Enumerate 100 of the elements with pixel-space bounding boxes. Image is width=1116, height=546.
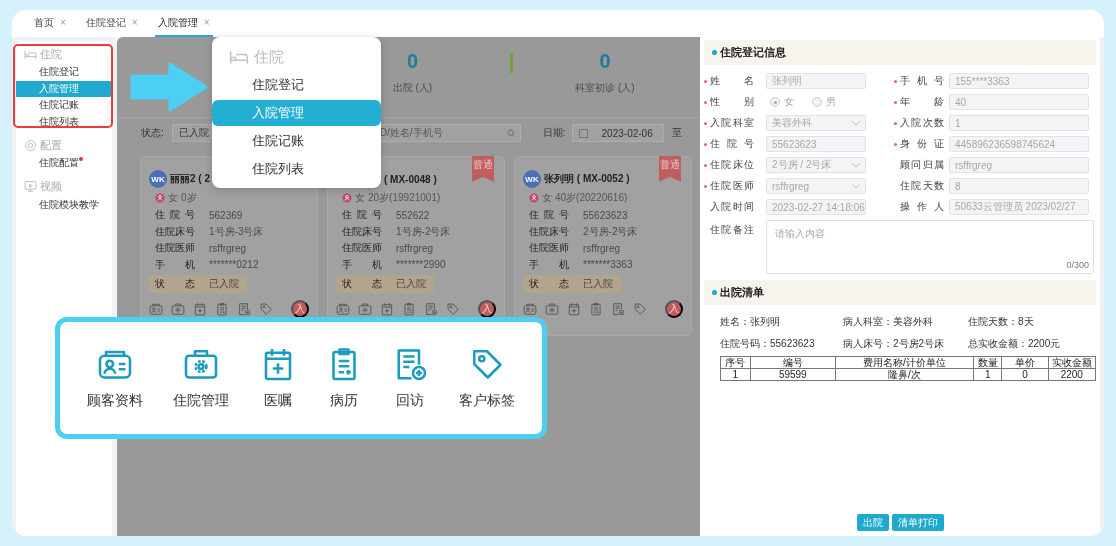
age-text: 20岁(19921001) <box>368 191 441 205</box>
field-label: 住院床号 <box>342 224 382 239</box>
close-icon[interactable]: × <box>131 17 138 28</box>
input-field[interactable]: 155****3363 <box>949 73 1089 89</box>
summary-text: 住院号码：55623623 <box>720 337 816 351</box>
select-field[interactable]: 美容外科 <box>766 115 866 131</box>
case-icon[interactable] <box>171 302 185 316</box>
table-cell: 0 <box>1001 368 1049 381</box>
tag-icon[interactable] <box>259 302 273 316</box>
table-cell: 1 <box>720 368 750 381</box>
stat-value: 0 <box>599 50 611 73</box>
id-card-icon[interactable] <box>149 302 163 316</box>
input-field[interactable]: 40 <box>949 94 1089 110</box>
input-field[interactable]: rsffrgreg <box>949 157 1089 173</box>
case-icon[interactable] <box>358 302 372 316</box>
document-icon[interactable] <box>611 302 625 316</box>
summary-text: 姓名：张列明 <box>720 315 781 329</box>
field-label: 住院号 <box>710 137 754 151</box>
input-field[interactable]: 2023-02-27 14:18:06 <box>766 199 866 215</box>
menu-item[interactable]: 住院登记 <box>212 72 381 98</box>
tab[interactable]: 首页 × <box>31 10 69 37</box>
input-field[interactable]: 张列明 <box>766 73 866 89</box>
menu-item[interactable]: 住院列表 <box>212 156 381 182</box>
field-label: 入院次数 <box>900 116 944 130</box>
sidebar-item[interactable]: 住院模块教学 <box>16 196 112 213</box>
field-value: 552622 <box>396 209 430 221</box>
sidebar-item[interactable]: 住院登记 <box>16 64 112 81</box>
gender-text: 女 <box>168 191 178 205</box>
field-label: 手机 <box>342 257 382 272</box>
input-field[interactable]: 50633云管理员 2023/02/27 <box>949 199 1089 215</box>
field-value: 1号房-2号床 <box>396 224 451 239</box>
column-header: 费用名称/计价单位 <box>835 356 974 369</box>
table-cell: 59599 <box>750 368 836 381</box>
document-icon[interactable] <box>237 302 251 316</box>
select-field[interactable]: rsffrgreg <box>766 178 866 194</box>
admit-button[interactable]: 入 <box>478 300 496 318</box>
date-field[interactable]: 2023-02-06 <box>571 124 664 142</box>
clipboard-icon[interactable] <box>589 302 603 316</box>
input-field[interactable]: 8 <box>949 178 1089 194</box>
field-label: 入院科室 <box>710 116 754 130</box>
id-card-icon[interactable] <box>523 302 537 316</box>
caret-icon <box>852 183 860 189</box>
age-text: 0岁 <box>181 191 197 205</box>
tag-icon[interactable] <box>446 302 460 316</box>
field-value: 1号房-3号床 <box>209 224 264 239</box>
sidebar-item[interactable]: 住院配置 <box>16 155 112 172</box>
document-icon[interactable] <box>424 302 438 316</box>
field-label: 状态 <box>155 277 195 291</box>
radio-option[interactable]: 女 <box>770 95 794 109</box>
tab[interactable]: 住院登记 × <box>82 10 141 37</box>
admit-button[interactable]: 入 <box>665 300 683 318</box>
bullet-dot <box>712 50 717 55</box>
close-icon[interactable]: × <box>203 17 210 28</box>
select-field[interactable]: 2号房 / 2号床 <box>766 157 866 173</box>
field-label: 顾问归属 <box>900 158 944 172</box>
sidebar-item[interactable]: 住院列表 <box>16 113 112 130</box>
table-cell: 2200 <box>1048 368 1096 381</box>
sidebar-item[interactable]: 入院管理 <box>16 80 112 97</box>
menu-item[interactable]: 入院管理 <box>212 100 381 126</box>
input-field[interactable]: 445896236598745624 <box>949 136 1089 152</box>
column-header: 编号 <box>750 356 836 369</box>
patient-name: ( MX-0048 ) <box>384 173 437 185</box>
admit-button[interactable]: 入 <box>291 300 309 318</box>
case-icon[interactable] <box>545 302 559 316</box>
field-value: 562369 <box>209 209 243 221</box>
age-text: 40岁(20220616) <box>555 191 628 205</box>
feature-label: 客户标签 <box>458 392 515 410</box>
field-label: 住院号 <box>342 208 382 223</box>
summary-text: 总实收金额：2200元 <box>968 337 1062 351</box>
clipboard-icon[interactable] <box>402 302 416 316</box>
field-label: 手机 <box>155 257 195 272</box>
radio-option[interactable]: 男 <box>812 95 836 109</box>
action-button[interactable]: 清单打印 <box>891 514 944 531</box>
field-label: 入院时间 <box>710 200 754 214</box>
field-label: 住院天数 <box>900 179 944 193</box>
feature-label: 顾客资料 <box>87 392 144 410</box>
person-badge-icon <box>342 193 352 203</box>
notes-field[interactable]: 请输入内容 0/300 <box>766 220 1094 274</box>
id-card-icon[interactable] <box>336 302 350 316</box>
field-label: 手机 <box>529 257 569 272</box>
close-icon[interactable]: × <box>60 17 66 28</box>
sidebar-heading: 配置 <box>40 137 62 153</box>
tag-icon[interactable] <box>633 302 647 316</box>
sidebar-item[interactable]: 住院记账 <box>16 97 112 114</box>
clipboard-icon[interactable] <box>215 302 229 316</box>
patient-name: 丽丽2 ( 2 <box>170 172 210 186</box>
menu-heading: 住院 <box>254 47 284 67</box>
input-field[interactable]: 1 <box>949 115 1089 131</box>
action-button[interactable]: 出院 <box>856 514 889 531</box>
field-label: 住院医师 <box>342 241 382 256</box>
input-field[interactable]: 55623623 <box>766 136 866 152</box>
field-value: *******2990 <box>396 259 446 271</box>
field-label: 住院床号 <box>529 224 569 239</box>
field-label: 住院医师 <box>155 241 195 256</box>
field-value: 55623623 <box>583 209 628 221</box>
column-header: 数量 <box>973 356 1002 369</box>
level-ribbon: 普通 <box>659 156 681 182</box>
field-value: rsffrgreg <box>209 242 247 254</box>
feature-label: 医嘱 <box>263 392 292 410</box>
field-label: 操作人 <box>900 200 944 214</box>
